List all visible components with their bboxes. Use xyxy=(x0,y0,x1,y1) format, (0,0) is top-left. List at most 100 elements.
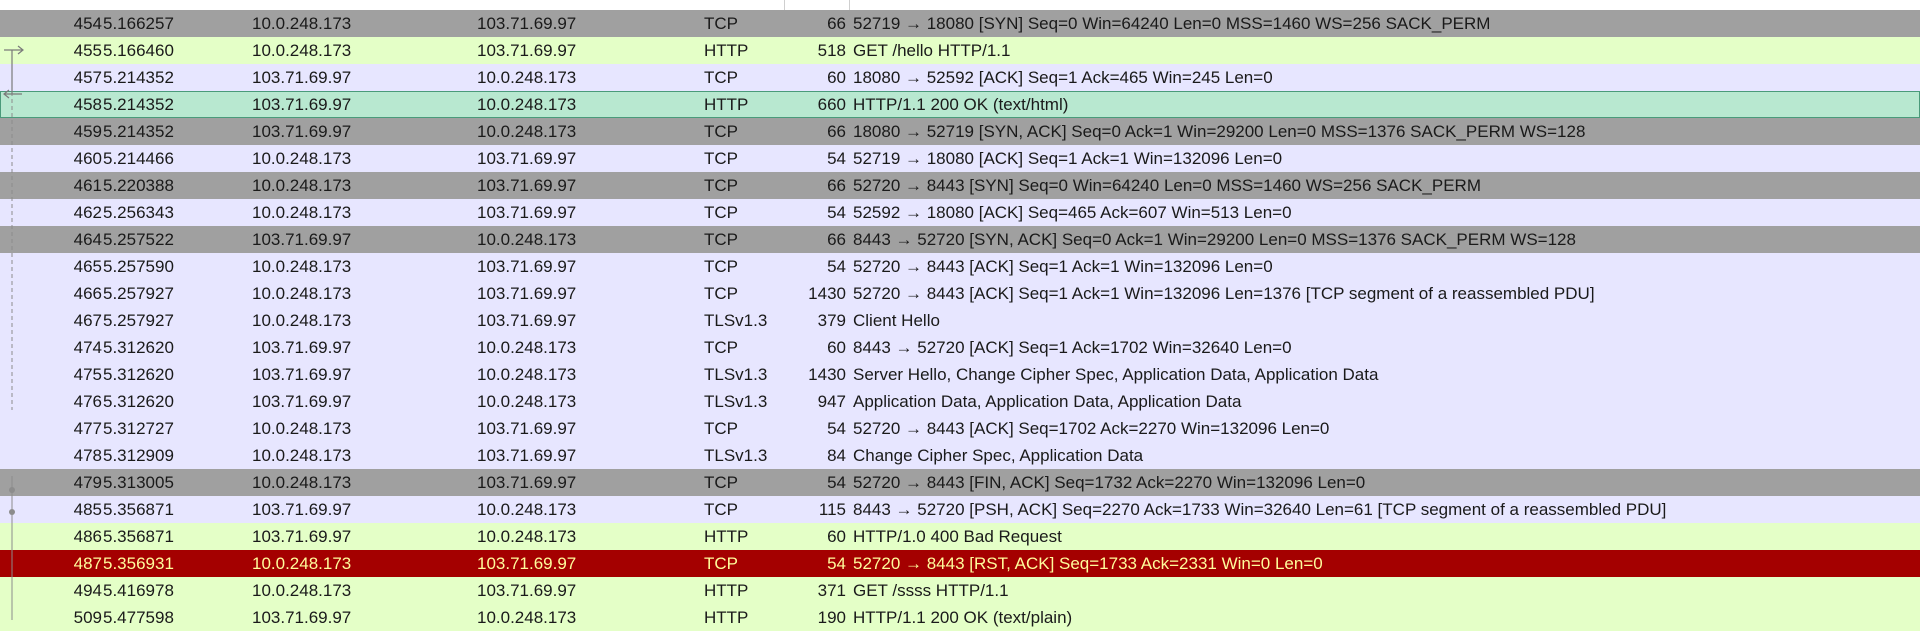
packet-row[interactable]: 462 5.256343 10.0.248.173 103.71.69.97 TCP 54… xyxy=(0,199,1920,226)
packet-row[interactable]: 494 5.416978 10.0.248.173 103.71.69.97 HTTP 3… xyxy=(0,577,1920,604)
packet-length: 66 xyxy=(827,176,846,195)
packet-time: 5.312620 xyxy=(103,392,174,411)
packet-row[interactable]: 478 5.312909 10.0.248.173 103.71.69.97 TLSv1… xyxy=(0,442,1920,469)
packet-source: 10.0.248.173 xyxy=(252,14,352,33)
packet-info: Application Data, Application Data, Appl… xyxy=(853,392,1242,411)
packet-length: 54 xyxy=(827,149,846,168)
packet-info: 52720 → 8443 [RST, ACK] Seq=1733 Ack=233… xyxy=(853,554,1323,573)
packet-destination: 103.71.69.97 xyxy=(477,554,577,573)
packet-number: 454 xyxy=(73,14,102,33)
packet-length: 660 xyxy=(817,95,846,114)
packet-length: 54 xyxy=(827,554,846,573)
packet-time: 5.257927 xyxy=(103,311,174,330)
packet-source: 103.71.69.97 xyxy=(252,365,352,384)
packet-number: 479 xyxy=(73,473,102,492)
packet-info: Client Hello xyxy=(853,311,940,330)
packet-time: 5.356871 xyxy=(103,527,174,546)
packet-length: 947 xyxy=(817,392,846,411)
packet-row[interactable]: 459 5.214352 103.71.69.97 10.0.248.173 TCP 66… xyxy=(0,118,1920,145)
packet-time: 5.257927 xyxy=(103,284,174,303)
packet-row[interactable]: 509 5.477598 103.71.69.97 10.0.248.173 HTTP 1… xyxy=(0,604,1920,631)
packet-source: 10.0.248.173 xyxy=(252,419,352,438)
packet-destination: 10.0.248.173 xyxy=(477,68,577,87)
packet-source: 10.0.248.173 xyxy=(252,284,352,303)
packet-row[interactable]: 455 5.166460 10.0.248.173 103.71.69.97 HTTP 5… xyxy=(0,37,1920,64)
packet-time: 5.214466 xyxy=(103,149,174,168)
packet-time: 5.256343 xyxy=(103,203,174,222)
packet-length: 60 xyxy=(827,527,846,546)
packet-source: 103.71.69.97 xyxy=(252,122,352,141)
packet-destination: 10.0.248.173 xyxy=(477,230,577,249)
packet-row[interactable]: 461 5.220388 10.0.248.173 103.71.69.97 TCP 66… xyxy=(0,172,1920,199)
packet-info: 52720 → 8443 [ACK] Seq=1 Ack=1 Win=13209… xyxy=(853,257,1273,276)
packet-source: 103.71.69.97 xyxy=(252,527,352,546)
packet-time: 5.312620 xyxy=(103,338,174,357)
packet-destination: 103.71.69.97 xyxy=(477,41,577,60)
packet-destination: 10.0.248.173 xyxy=(477,338,577,357)
packet-length: 66 xyxy=(827,14,846,33)
packet-number: 459 xyxy=(73,122,102,141)
packet-destination: 103.71.69.97 xyxy=(477,581,577,600)
packet-length: 84 xyxy=(827,446,846,465)
packet-destination: 10.0.248.173 xyxy=(477,500,577,519)
packet-info: Server Hello, Change Cipher Spec, Applic… xyxy=(853,365,1379,384)
column-separator xyxy=(849,0,850,10)
packet-row[interactable]: 465 5.257590 10.0.248.173 103.71.69.97 TCP 54… xyxy=(0,253,1920,280)
packet-length: 1430 xyxy=(808,365,846,384)
packet-destination: 103.71.69.97 xyxy=(477,176,577,195)
packet-row[interactable]: 475 5.312620 103.71.69.97 10.0.248.173 TLSv1… xyxy=(0,361,1920,388)
packet-length: 54 xyxy=(827,257,846,276)
packet-source: 103.71.69.97 xyxy=(252,230,352,249)
packet-row[interactable]: 457 5.214352 103.71.69.97 10.0.248.173 TCP 60… xyxy=(0,64,1920,91)
packet-info: GET /ssss HTTP/1.1 xyxy=(853,581,1009,600)
packet-source: 103.71.69.97 xyxy=(252,608,352,627)
packet-destination: 103.71.69.97 xyxy=(477,419,577,438)
packet-destination: 10.0.248.173 xyxy=(477,527,577,546)
packet-source: 103.71.69.97 xyxy=(252,68,352,87)
packet-row[interactable]: 458 5.214352 103.71.69.97 10.0.248.173 HTTP 6… xyxy=(0,91,1920,118)
packet-row[interactable]: 467 5.257927 10.0.248.173 103.71.69.97 TLSv1… xyxy=(0,307,1920,334)
packet-time: 5.356931 xyxy=(103,554,174,573)
packet-length: 54 xyxy=(827,203,846,222)
packet-row[interactable]: 466 5.257927 10.0.248.173 103.71.69.97 TCP 14… xyxy=(0,280,1920,307)
packet-number: 494 xyxy=(73,581,102,600)
packet-length: 66 xyxy=(827,230,846,249)
packet-time: 5.214352 xyxy=(103,68,174,87)
packet-length: 379 xyxy=(817,311,846,330)
packet-destination: 103.71.69.97 xyxy=(477,473,577,492)
packet-length: 54 xyxy=(827,473,846,492)
packet-destination: 103.71.69.97 xyxy=(477,446,577,465)
packet-row[interactable]: 486 5.356871 103.71.69.97 10.0.248.173 HTTP 6… xyxy=(0,523,1920,550)
packet-row[interactable]: 474 5.312620 103.71.69.97 10.0.248.173 TCP 60… xyxy=(0,334,1920,361)
packet-time: 5.257522 xyxy=(103,230,174,249)
packet-info: 52719 → 18080 [ACK] Seq=1 Ack=1 Win=1320… xyxy=(853,149,1283,168)
packet-list[interactable]: 454 5.166257 10.0.248.173 103.71.69.97 TCP 66… xyxy=(0,0,1920,633)
packet-number: 461 xyxy=(73,176,102,195)
packet-length: 60 xyxy=(827,338,846,357)
packet-source: 103.71.69.97 xyxy=(252,392,352,411)
packet-destination: 103.71.69.97 xyxy=(477,311,577,330)
packet-number: 509 xyxy=(73,608,102,627)
packet-row[interactable]: 487 5.356931 10.0.248.173 103.71.69.97 TCP 54… xyxy=(0,550,1920,577)
packet-info: 52720 → 8443 [SYN] Seq=0 Win=64240 Len=0… xyxy=(853,176,1481,195)
packet-info: 18080 → 52592 [ACK] Seq=1 Ack=465 Win=24… xyxy=(853,68,1273,87)
packet-number: 462 xyxy=(73,203,102,222)
packet-number: 465 xyxy=(73,257,102,276)
packet-row[interactable]: 485 5.356871 103.71.69.97 10.0.248.173 TCP 11… xyxy=(0,496,1920,523)
packet-row[interactable]: 454 5.166257 10.0.248.173 103.71.69.97 TCP 66… xyxy=(0,10,1920,37)
packet-source: 103.71.69.97 xyxy=(252,95,352,114)
packet-row[interactable]: 476 5.312620 103.71.69.97 10.0.248.173 TLSv1… xyxy=(0,388,1920,415)
packet-info: 52719 → 18080 [SYN] Seq=0 Win=64240 Len=… xyxy=(853,14,1491,33)
packet-row[interactable]: 477 5.312727 10.0.248.173 103.71.69.97 TCP 54… xyxy=(0,415,1920,442)
packet-row[interactable]: 464 5.257522 103.71.69.97 10.0.248.173 TCP 66… xyxy=(0,226,1920,253)
packet-row[interactable]: 460 5.214466 10.0.248.173 103.71.69.97 TCP 54… xyxy=(0,145,1920,172)
packet-length: 1430 xyxy=(808,284,846,303)
packet-info: HTTP/1.0 400 Bad Request xyxy=(853,527,1062,546)
packet-row[interactable]: 479 5.313005 10.0.248.173 103.71.69.97 TCP 54… xyxy=(0,469,1920,496)
packet-time: 5.312909 xyxy=(103,446,174,465)
packet-source: 10.0.248.173 xyxy=(252,41,352,60)
packet-destination: 10.0.248.173 xyxy=(477,392,577,411)
packet-number: 467 xyxy=(73,311,102,330)
packet-source: 10.0.248.173 xyxy=(252,446,352,465)
packet-source: 10.0.248.173 xyxy=(252,203,352,222)
